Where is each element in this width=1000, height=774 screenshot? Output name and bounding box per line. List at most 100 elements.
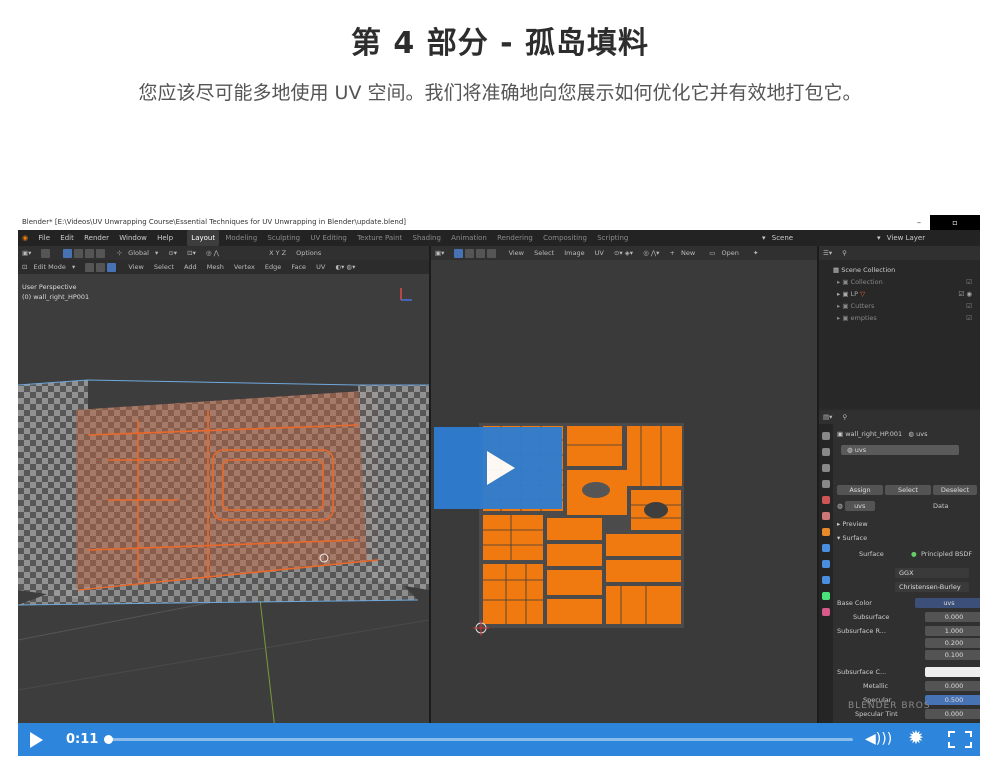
scene-tab-icon[interactable] [822,496,830,504]
outliner-item[interactable]: ▸ ▣ LP ▽ ☑ ◉ [819,288,980,300]
tab-compositing[interactable]: Compositing [539,230,591,246]
outliner[interactable]: ▦ Scene Collection ▸ ▣ Collection ☑ ▸ ▣ … [819,260,980,408]
uv-pivot-icon[interactable]: ⊙▾ ◈▾ [610,246,637,260]
video-player[interactable]: Blender* [E:\Videos\UV Unwrapping Course… [18,215,980,756]
menu-window[interactable]: Window [115,230,151,246]
image-new-button[interactable]: + New [666,246,704,260]
material-slot[interactable]: ◍ uvs [841,445,959,455]
vp-menu-add[interactable]: Add [180,260,201,274]
preview-section[interactable]: ▸ Preview [837,518,977,530]
select-button[interactable]: Select [885,485,931,495]
properties-type-icon[interactable]: ▤▾ [819,410,836,424]
image-open-button[interactable]: ▭ Open [705,246,747,260]
uv-menu-view[interactable]: View [505,246,528,260]
surface-value[interactable]: Principled BSDF [921,548,972,560]
uv-editor-type-icon[interactable]: ▣▾ [431,246,448,260]
tab-modeling[interactable]: Modeling [221,230,261,246]
link-dropdown[interactable]: Data [933,500,949,512]
proportional-icon[interactable]: ◎ ⋀ [202,246,223,260]
tab-animation[interactable]: Animation [447,230,491,246]
pin-icon[interactable]: ✦ [749,246,762,260]
vp-menu-uv[interactable]: UV [312,260,329,274]
subsurface-radius-y[interactable]: 0.200 [925,638,980,648]
mode-dropdown[interactable]: ⊡ Edit Mode ▾ [18,260,79,274]
vp-menu-mesh[interactable]: Mesh [203,260,228,274]
vp-menu-select[interactable]: Select [150,260,178,274]
tab-shading[interactable]: Shading [409,230,445,246]
distribution-dropdown[interactable]: GGX [895,568,969,578]
view-layer-selector[interactable]: ▾ View Layer [873,230,933,246]
tab-layout[interactable]: Layout [187,230,220,246]
properties-search-icon[interactable]: ⚲ [838,410,851,424]
tab-scripting[interactable]: Scripting [593,230,632,246]
particles-tab-icon[interactable] [822,560,830,568]
outliner-item[interactable]: ▸ ▣ empties ☑ [819,312,980,324]
specular-tint-field[interactable]: 0.000 [925,709,980,719]
subsurface-field[interactable]: 0.000 [925,612,980,622]
menu-edit[interactable]: Edit [56,230,78,246]
uv-select-buttons[interactable] [450,246,502,260]
tool-tab-icon[interactable] [822,432,830,440]
tab-sculpting[interactable]: Sculpting [263,230,304,246]
uv-menu-select[interactable]: Select [530,246,558,260]
3d-viewport[interactable]: User Perspective (0) wall_right_HP001 [18,260,429,738]
data-tab-icon[interactable] [822,592,830,600]
properties-panel[interactable]: ▤▾ ⚲ ▣ wall_right_HP.001 ◍ uvs ◍ uvs Ass… [819,410,980,740]
subsurface-radius-x[interactable]: 1.000 [925,626,980,636]
uv-menu-image[interactable]: Image [560,246,588,260]
outliner-type-icon[interactable]: ☰▾ [819,246,836,260]
settings-icon[interactable]: ✹ [908,727,924,749]
subsurface-method-dropdown[interactable]: Christensen-Burley [895,582,969,592]
object-tab-icon[interactable] [822,528,830,536]
physics-tab-icon[interactable] [822,576,830,584]
tab-uv-editing[interactable]: UV Editing [306,230,351,246]
uv-menu-uv[interactable]: UV [591,246,608,260]
outliner-item[interactable]: ▸ ▣ Collection ☑ [819,276,980,288]
mirror-axis-buttons[interactable]: X Y Z [265,246,290,260]
base-color-field[interactable]: uvs [915,598,980,608]
options-dropdown[interactable]: Options [292,246,325,260]
progress-bar[interactable] [108,738,853,741]
volume-icon[interactable]: ◀))) [865,731,892,747]
fullscreen-icon[interactable] [948,731,972,748]
checkbox-icon[interactable]: ☑ [966,312,972,324]
tab-texture-paint[interactable]: Texture Paint [353,230,406,246]
vp-menu-edge[interactable]: Edge [261,260,285,274]
progress-thumb[interactable] [104,735,113,744]
material-tab-icon[interactable] [822,608,830,616]
menu-help[interactable]: Help [153,230,177,246]
tab-rendering[interactable]: Rendering [493,230,537,246]
snap-icon[interactable]: ⊡▾ [183,246,200,260]
uv-snap-icon[interactable]: ◎ ⋀▾ [639,246,663,260]
metallic-field[interactable]: 0.000 [925,681,980,691]
subsurface-radius-z[interactable]: 0.100 [925,650,980,660]
select-mode-buttons[interactable] [59,246,111,260]
select-mode-icons[interactable] [81,260,122,274]
menu-render[interactable]: Render [80,230,113,246]
modifier-tab-icon[interactable] [822,544,830,552]
filter-icon[interactable]: ⚲ [838,246,851,260]
close-icon[interactable]: ▫ [930,215,980,230]
play-icon[interactable] [30,732,43,748]
checkbox-icon[interactable]: ☑ ◉ [958,288,972,300]
material-field[interactable]: uvs [844,501,875,511]
scene-selector[interactable]: ▾ Scene [758,230,801,246]
shading-icons[interactable]: ◐▾ ◍▾ [331,260,359,274]
output-tab-icon[interactable] [822,464,830,472]
orientation-dropdown[interactable]: ⊹ Global ▾ [113,246,163,260]
editor-type-icon[interactable]: ▣▾ [18,246,35,260]
render-tab-icon[interactable] [822,448,830,456]
minimize-icon[interactable]: – [908,215,930,230]
vp-menu-face[interactable]: Face [287,260,310,274]
big-play-button[interactable] [434,427,562,509]
surface-section[interactable]: ▾ Surface [837,532,977,544]
world-tab-icon[interactable] [822,512,830,520]
specular-field[interactable]: 0.500 [925,695,980,705]
checkbox-icon[interactable]: ☑ [966,300,972,312]
vp-menu-view[interactable]: View [124,260,147,274]
assign-button[interactable]: Assign [837,485,883,495]
select-tool-icon[interactable] [37,246,56,260]
menu-file[interactable]: File [34,230,54,246]
pivot-icon[interactable]: ⊙▾ [164,246,181,260]
view-layer-tab-icon[interactable] [822,480,830,488]
